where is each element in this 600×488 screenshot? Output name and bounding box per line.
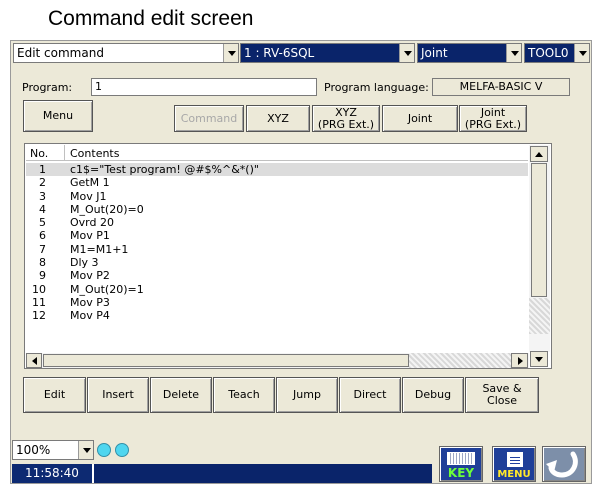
- list-rows: 1 c1$="Test program! @#$%^&*()" 2 GetM 1 3…: [26, 163, 528, 323]
- dropdown-arrow-icon[interactable]: [78, 441, 93, 459]
- list-header: No. Contents: [26, 145, 528, 161]
- row-number: 9: [39, 269, 46, 283]
- status-light-icon: [97, 443, 111, 457]
- row-number: 6: [39, 229, 46, 243]
- zoom-select[interactable]: 100%: [12, 440, 94, 460]
- joint-prg-ext-button[interactable]: Joint (PRG Ext.): [459, 105, 527, 132]
- row-content: Mov P1: [70, 229, 110, 243]
- row-content: M1=M1+1: [70, 242, 129, 256]
- keyboard-icon: [447, 452, 475, 465]
- row-content: M_Out(20)=1: [70, 282, 144, 296]
- row-number: 5: [39, 216, 46, 230]
- row-number: 12: [32, 309, 46, 323]
- jump-button[interactable]: Jump: [276, 377, 338, 413]
- table-row[interactable]: 2 GetM 1: [26, 176, 528, 189]
- clock: 11:58:40: [12, 464, 94, 483]
- delete-button[interactable]: Delete: [150, 377, 212, 413]
- program-language-label: Program language:: [324, 81, 429, 94]
- table-row[interactable]: 3 Mov J1: [26, 190, 528, 203]
- dropdown-arrow-icon[interactable]: [574, 44, 589, 62]
- tool-select[interactable]: TOOL0: [524, 43, 590, 63]
- menu-button[interactable]: Menu: [23, 100, 93, 132]
- dropdown-arrow-icon[interactable]: [223, 44, 238, 62]
- row-number: 4: [39, 202, 46, 216]
- table-row[interactable]: 12 Mov P4: [26, 309, 528, 322]
- screen-caption: Command edit screen: [48, 7, 254, 30]
- horizontal-scroll-track[interactable]: [409, 353, 511, 368]
- teach-button[interactable]: Teach: [213, 377, 275, 413]
- program-input[interactable]: 1: [91, 78, 317, 96]
- horizontal-scrollbar[interactable]: [26, 353, 529, 368]
- row-content: Dly 3: [70, 256, 99, 270]
- back-button[interactable]: [542, 446, 586, 482]
- row-number: 7: [39, 242, 46, 256]
- row-content: c1$="Test program! @#$%^&*()": [70, 163, 259, 176]
- xyz-button[interactable]: XYZ: [246, 105, 310, 132]
- save-close-button[interactable]: Save & Close: [465, 377, 539, 413]
- table-row[interactable]: 9 Mov P2: [26, 269, 528, 282]
- robot-select-value: 1 : RV-6SQL: [244, 46, 315, 60]
- edit-button[interactable]: Edit: [23, 377, 86, 413]
- row-number: 8: [39, 256, 46, 270]
- menu-label: MENU: [497, 469, 531, 480]
- row-content: Ovrd 20: [70, 216, 114, 230]
- table-row[interactable]: 4 M_Out(20)=0: [26, 203, 528, 216]
- row-content: Mov P3: [70, 295, 110, 309]
- jog-mode-select[interactable]: Joint: [417, 43, 522, 63]
- table-row[interactable]: 8 Dly 3: [26, 256, 528, 269]
- table-row[interactable]: 7 M1=M1+1: [26, 243, 528, 256]
- row-content: Mov P4: [70, 309, 110, 323]
- row-content: M_Out(20)=0: [70, 202, 144, 216]
- scroll-up-icon[interactable]: [530, 146, 548, 162]
- vertical-scroll-track[interactable]: [529, 298, 550, 334]
- dropdown-arrow-icon[interactable]: [506, 44, 521, 62]
- tool-select-value: TOOL0: [528, 46, 569, 60]
- table-row[interactable]: 10 M_Out(20)=1: [26, 283, 528, 296]
- program-language-value: MELFA-BASIC V: [432, 78, 570, 96]
- scroll-left-icon[interactable]: [26, 353, 42, 368]
- scroll-down-icon[interactable]: [530, 351, 548, 367]
- table-row[interactable]: 11 Mov P3: [26, 296, 528, 309]
- table-row[interactable]: 5 Ovrd 20: [26, 216, 528, 229]
- dropdown-arrow-icon[interactable]: [399, 44, 414, 62]
- xyz-prg-ext-button[interactable]: XYZ (PRG Ext.): [312, 105, 380, 132]
- joint-button[interactable]: Joint: [382, 105, 458, 132]
- return-arrow-icon: [546, 451, 578, 478]
- direct-button[interactable]: Direct: [339, 377, 401, 413]
- robot-select[interactable]: 1 : RV-6SQL: [240, 43, 415, 63]
- command-button[interactable]: Command: [174, 105, 244, 132]
- keyboard-button[interactable]: KEY: [439, 446, 483, 482]
- header-contents: Contents: [70, 147, 120, 160]
- row-number: 3: [39, 189, 46, 203]
- table-row[interactable]: 6 Mov P1: [26, 229, 528, 242]
- row-content: Mov P2: [70, 269, 110, 283]
- horizontal-scroll-thumb[interactable]: [43, 354, 409, 367]
- row-content: Mov J1: [70, 189, 107, 203]
- header-no: No.: [30, 147, 49, 160]
- menu-icon-button[interactable]: MENU: [492, 446, 536, 482]
- program-label: Program:: [22, 81, 73, 94]
- insert-button[interactable]: Insert: [87, 377, 149, 413]
- mode-select[interactable]: Edit command: [13, 43, 239, 63]
- mode-select-value: Edit command: [17, 46, 104, 60]
- command-list[interactable]: No. Contents 1 c1$="Test program! @#$%^&*…: [24, 143, 552, 369]
- row-number: 10: [32, 282, 46, 296]
- debug-button[interactable]: Debug: [402, 377, 464, 413]
- header-divider: [64, 145, 65, 160]
- jog-mode-select-value: Joint: [421, 46, 448, 60]
- command-edit-window: Edit command 1 : RV-6SQL Joint TOOL0 Pro…: [10, 40, 592, 484]
- row-number: 2: [39, 176, 46, 190]
- vertical-scroll-thumb[interactable]: [531, 163, 547, 297]
- scroll-right-icon[interactable]: [511, 353, 528, 368]
- zoom-select-value: 100%: [16, 443, 51, 457]
- status-bar: 11:58:40: [12, 464, 432, 483]
- row-number: 1: [39, 163, 46, 176]
- vertical-scrollbar[interactable]: [529, 145, 550, 367]
- menu-window-icon: [507, 452, 523, 467]
- key-label: KEY: [447, 466, 475, 480]
- row-content: GetM 1: [70, 176, 110, 190]
- row-number: 11: [32, 295, 46, 309]
- table-row[interactable]: 1 c1$="Test program! @#$%^&*()": [26, 163, 528, 177]
- status-light-icon: [115, 443, 129, 457]
